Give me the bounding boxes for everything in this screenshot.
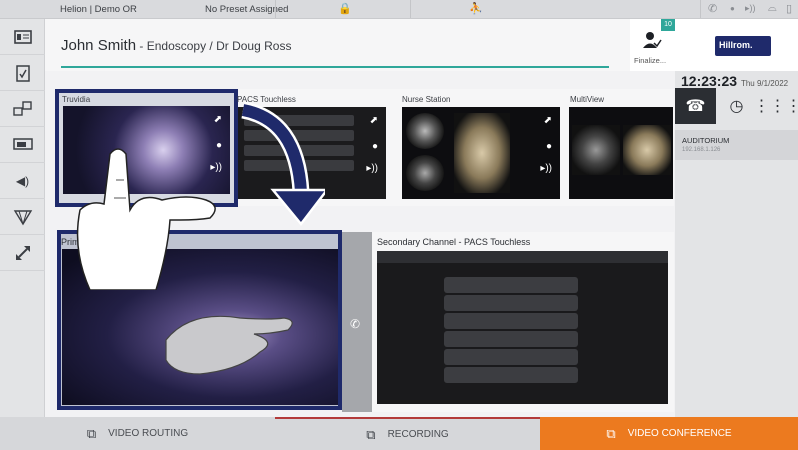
patient-card-icon [13,29,32,44]
secondary-channel-video [377,251,668,404]
source-thumbnail: ⬈ ● ▸)) [402,107,560,199]
hand-drop-illustration [165,315,293,375]
fullscreen-button[interactable] [0,235,45,271]
lock-icon: 🔒 [338,3,352,15]
fullscreen-icon [15,245,30,260]
source-thumbnail [569,107,673,199]
surgical-table-icon: ⛹ [469,3,483,15]
call-bar[interactable]: ✆ [342,232,372,412]
patient-name: John Smith [61,37,137,54]
recording-icon: ⧉ [366,426,376,442]
brand-area: Hillrom. [675,19,798,71]
checklist-icon [15,64,30,82]
phone-icon: ✆ [350,317,361,331]
patient-info: John Smith - Endoscopy / Dr Doug Ross [61,37,291,54]
patient-header: John Smith - Endoscopy / Dr Doug Ross 10… [45,19,675,71]
bottom-tab-bar: ⧉ VIDEO ROUTING ⧉ RECORDING ⧉ VIDEO CONF… [0,417,798,450]
battery-icon: ▯ [786,3,793,15]
record-dot-icon: ● [730,4,735,13]
checklist-button[interactable] [0,55,45,91]
left-sidebar: ◀) [0,19,45,417]
procedure-detail: - Endoscopy / Dr Doug Ross [136,39,292,53]
tab-label: VIDEO CONFERENCE [627,428,732,439]
monitor-button[interactable] [0,127,45,163]
tab-contacts[interactable]: ☎ [675,88,716,124]
source-title: Truvidia [62,95,91,104]
lock-cell[interactable]: 🔒 [275,0,410,18]
clock-date: Thu 9/1/2022 [740,79,789,88]
record-dot-icon[interactable]: ● [372,141,378,152]
tab-recent[interactable]: ◷ [716,88,757,124]
expand-icon[interactable]: ⬈ [370,115,378,126]
expand-icon[interactable]: ⬈ [544,115,552,126]
finalize-label: Finalize... [634,56,667,65]
tab-label: VIDEO ROUTING [108,428,189,439]
source-title: MultiView [570,95,605,104]
vr-headset-icon: ⌓ [768,2,777,14]
directory-name: AUDITORIUM [682,136,730,145]
tab-label: RECORDING [387,429,449,440]
table-position-cell[interactable]: ⛹ [410,0,540,18]
tab-recording[interactable]: ⧉ RECORDING [275,417,540,450]
directory-entry[interactable]: AUDITORIUM 192.168.1.126 [675,130,798,160]
surgical-light-icon [13,209,32,225]
hand-grab-illustration [76,148,216,290]
volume-icon: ◀) [15,173,30,188]
top-status-bar: Helion | Demo OR No Preset Assigned 🔒 ⛹ … [0,0,798,19]
finalize-user-icon [643,32,662,48]
monitor-icon [12,137,33,150]
finalize-button[interactable]: 10 Finalize... [630,19,675,71]
clock-icon: ◷ [729,98,744,115]
finalize-badge: 10 [661,19,675,31]
secondary-channel-title: Secondary Channel - PACS Touchless [377,237,531,247]
panel-tabs: ☎ ◷ ⋮⋮⋮ [675,88,798,124]
phonebook-icon: ☎ [685,98,706,115]
room-name: Helion | Demo OR [60,4,137,15]
directory-number: 192.168.1.126 [682,147,721,153]
header-divider [61,66,609,68]
broadcast-icon: ▸)) [745,3,756,13]
source-title: Nurse Station [402,95,451,104]
record-dot-icon[interactable]: ● [546,141,552,152]
expand-icon[interactable]: ⬈ [214,114,222,125]
broadcast-icon[interactable]: ▸)) [366,163,378,174]
patient-card-button[interactable] [0,19,45,55]
drag-arrow [241,101,325,227]
video-conference-icon: ⧉ [606,425,616,441]
clock: 12:23:23 Thu 9/1/2022 [681,73,788,89]
clock-time: 12:23:23 [681,73,738,89]
video-routing-icon: ⧉ [86,425,97,441]
keypad-icon: ⋮⋮⋮ [753,98,798,115]
hillrom-logo: Hillrom. [715,36,771,56]
tab-video-conference[interactable]: ⧉ VIDEO CONFERENCE [540,417,798,450]
tab-keypad[interactable]: ⋮⋮⋮ [753,88,798,124]
source-nurse-station[interactable]: Nurse Station ⬈ ● ▸)) [399,89,560,206]
video-routing-icon [12,100,32,116]
broadcast-icon[interactable]: ▸)) [540,163,552,174]
surgical-light-button[interactable] [0,199,45,235]
video-routing-button[interactable] [0,91,45,127]
phone-icon[interactable]: ✆ [708,2,717,15]
volume-button[interactable]: ◀) [0,163,45,199]
tab-video-routing[interactable]: ⧉ VIDEO ROUTING [0,417,275,450]
